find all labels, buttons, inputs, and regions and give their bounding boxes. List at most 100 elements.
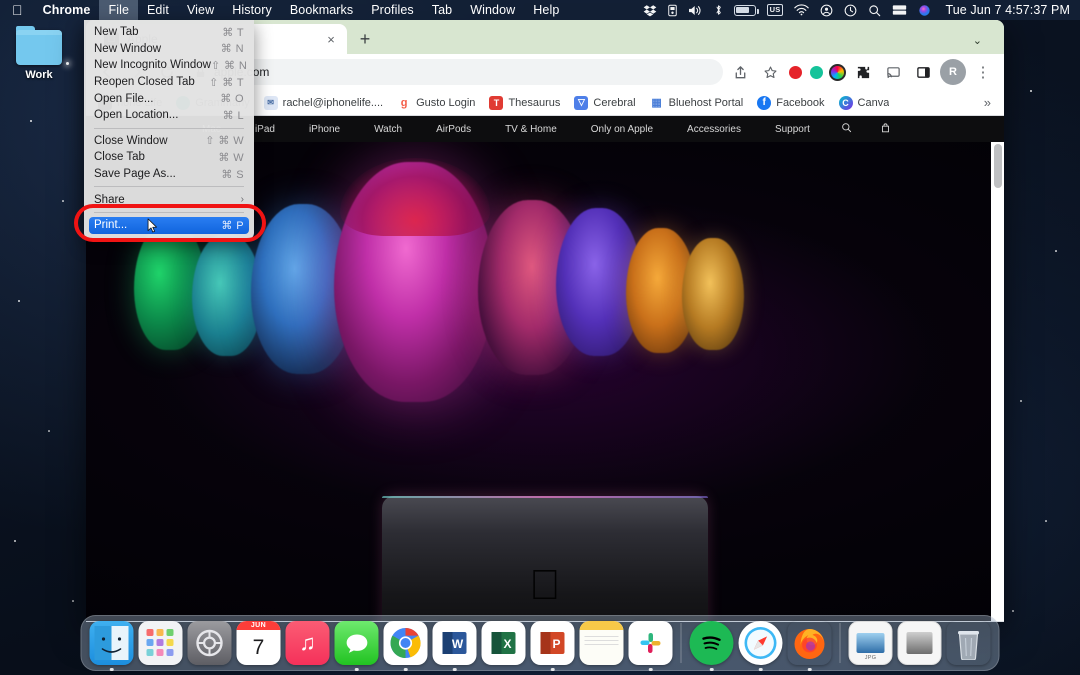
scrollbar-thumb[interactable] bbox=[994, 144, 1002, 188]
dock-item-spotify[interactable] bbox=[690, 621, 734, 665]
page-scrollbar[interactable] bbox=[991, 142, 1004, 621]
menu-item-shortcut: ⇧ ⌘ W bbox=[205, 134, 244, 147]
menu-item-label: Save Page As... bbox=[94, 168, 221, 180]
dock-item-messages[interactable] bbox=[335, 621, 379, 665]
dock-item-powerpoint[interactable]: P bbox=[531, 621, 575, 665]
bookmark-item[interactable]: C Canva bbox=[833, 94, 896, 112]
battery-icon[interactable] bbox=[734, 5, 756, 16]
calendar-month: JUN bbox=[237, 621, 281, 630]
dock-item-document-file[interactable] bbox=[898, 621, 942, 665]
mac-dock: JUN 7 ♫ W X P JPG bbox=[81, 615, 1000, 671]
memoji-hair-accent bbox=[340, 158, 490, 236]
menu-tab[interactable]: Tab bbox=[423, 0, 461, 20]
menu-item-new-window[interactable]: New Window ⌘ N bbox=[84, 41, 254, 58]
puzzle-extensions-icon[interactable] bbox=[850, 59, 876, 85]
menu-file[interactable]: File bbox=[99, 0, 138, 20]
dock-item-calendar[interactable]: JUN 7 bbox=[237, 621, 281, 665]
menu-chrome[interactable]: Chrome bbox=[34, 0, 100, 20]
menu-item-print[interactable]: Print... ⌘ P bbox=[89, 217, 249, 234]
menu-window[interactable]: Window bbox=[461, 0, 524, 20]
tab-close-icon[interactable]: × bbox=[323, 31, 339, 47]
dock-item-music[interactable]: ♫ bbox=[286, 621, 330, 665]
dropbox-icon[interactable] bbox=[643, 4, 657, 17]
nav-item-tv-and-home[interactable]: TV & Home bbox=[488, 124, 574, 135]
new-tab-button[interactable]: + bbox=[352, 26, 378, 52]
menubar-clock[interactable]: Tue Jun 7 4:57:37 PM bbox=[942, 3, 1070, 17]
nav-item-iphone[interactable]: iPhone bbox=[292, 124, 357, 135]
dock-item-trash[interactable] bbox=[947, 621, 991, 665]
time-machine-icon[interactable] bbox=[844, 4, 857, 17]
menu-item-open-file[interactable]: Open File... ⌘ O bbox=[84, 90, 254, 107]
bookmark-item[interactable]: ✉ rachel@iphonelife.... bbox=[258, 94, 389, 112]
input-source-us-icon[interactable]: US bbox=[767, 4, 784, 16]
shopping-bag-icon[interactable] bbox=[866, 122, 905, 137]
dock-item-launchpad[interactable] bbox=[139, 621, 183, 665]
profile-avatar[interactable]: R bbox=[940, 59, 966, 85]
control-center-icon[interactable] bbox=[820, 4, 833, 17]
menu-item-new-incognito-window[interactable]: New Incognito Window ⇧ ⌘ N bbox=[84, 57, 254, 74]
dock-item-word[interactable]: W bbox=[433, 621, 477, 665]
search-icon[interactable] bbox=[827, 122, 866, 136]
bookmark-item[interactable]: ▦ Bluehost Portal bbox=[644, 94, 750, 112]
dock-item-firefox[interactable] bbox=[788, 621, 832, 665]
apple-logo-icon[interactable]:  bbox=[0, 0, 34, 20]
menu-bookmarks[interactable]: Bookmarks bbox=[281, 0, 362, 20]
backup-icon[interactable] bbox=[668, 4, 677, 17]
bookmark-item[interactable]: g Gusto Login bbox=[391, 94, 481, 112]
volume-icon[interactable] bbox=[688, 4, 703, 17]
menu-profiles[interactable]: Profiles bbox=[362, 0, 422, 20]
grammarly-extension-icon[interactable] bbox=[808, 64, 825, 81]
file-caption: JPG bbox=[865, 655, 877, 661]
menu-item-close-window[interactable]: Close Window ⇧ ⌘ W bbox=[84, 133, 254, 150]
menu-item-shortcut: ⇧ ⌘ T bbox=[209, 76, 244, 89]
bluetooth-icon[interactable] bbox=[714, 3, 723, 17]
opera-extension-icon[interactable] bbox=[787, 64, 804, 81]
dock-item-slack[interactable] bbox=[629, 621, 673, 665]
address-bar-url: apple.com bbox=[214, 65, 713, 79]
chevron-down-icon[interactable]: ⌄ bbox=[973, 34, 982, 47]
nav-item-accessories[interactable]: Accessories bbox=[670, 124, 758, 135]
dock-item-notes[interactable] bbox=[580, 621, 624, 665]
nav-item-airpods[interactable]: AirPods bbox=[419, 124, 488, 135]
menu-separator bbox=[94, 212, 244, 213]
dock-item-system-preferences[interactable] bbox=[188, 621, 232, 665]
nav-item-only-on-apple[interactable]: Only on Apple bbox=[574, 124, 670, 135]
nav-item-watch[interactable]: Watch bbox=[357, 124, 419, 135]
menu-item-share[interactable]: Share › bbox=[84, 191, 254, 208]
dock-item-chrome[interactable] bbox=[384, 621, 428, 665]
colorzilla-extension-icon[interactable] bbox=[829, 64, 846, 81]
bookmarks-overflow-button[interactable]: » bbox=[977, 95, 998, 110]
blue-folder-icon bbox=[16, 30, 62, 65]
menu-edit[interactable]: Edit bbox=[138, 0, 178, 20]
menu-item-reopen-closed-tab[interactable]: Reopen Closed Tab ⇧ ⌘ T bbox=[84, 74, 254, 91]
bookmark-item[interactable]: f Facebook bbox=[751, 94, 830, 112]
address-bar[interactable]: apple.com bbox=[184, 59, 723, 85]
bookmark-item[interactable]: T Thesaurus bbox=[483, 94, 566, 112]
star-icon[interactable] bbox=[757, 59, 783, 85]
menu-help[interactable]: Help bbox=[524, 0, 568, 20]
menu-item-save-page-as[interactable]: Save Page As... ⌘ S bbox=[84, 166, 254, 183]
share-icon[interactable] bbox=[727, 59, 753, 85]
chrome-menu-button[interactable]: ⋮ bbox=[970, 59, 996, 85]
cast-icon[interactable] bbox=[880, 59, 906, 85]
menu-history[interactable]: History bbox=[223, 0, 281, 20]
menu-view[interactable]: View bbox=[178, 0, 223, 20]
menu-item-open-location[interactable]: Open Location... ⌘ L bbox=[84, 107, 254, 124]
dock-item-finder[interactable] bbox=[90, 621, 134, 665]
dock-item-jpg-file[interactable]: JPG bbox=[849, 621, 893, 665]
dock-item-safari[interactable] bbox=[739, 621, 783, 665]
bookmark-item[interactable]: ▽ Cerebral bbox=[568, 94, 641, 112]
spotlight-search-icon[interactable] bbox=[868, 4, 881, 17]
dock-separator bbox=[840, 623, 841, 663]
desktop-icon-work[interactable]: Work bbox=[16, 30, 62, 81]
side-panel-icon[interactable] bbox=[910, 59, 936, 85]
wifi-icon[interactable] bbox=[794, 4, 809, 16]
menu-item-new-tab[interactable]: New Tab ⌘ T bbox=[84, 24, 254, 41]
menu-item-close-tab[interactable]: Close Tab ⌘ W bbox=[84, 149, 254, 166]
menu-separator bbox=[94, 128, 244, 129]
display-icon[interactable] bbox=[892, 4, 907, 16]
dock-item-excel[interactable]: X bbox=[482, 621, 526, 665]
nav-item-support[interactable]: Support bbox=[758, 124, 827, 135]
desktop-icon-label: Work bbox=[16, 69, 62, 81]
siri-icon[interactable] bbox=[918, 4, 931, 17]
